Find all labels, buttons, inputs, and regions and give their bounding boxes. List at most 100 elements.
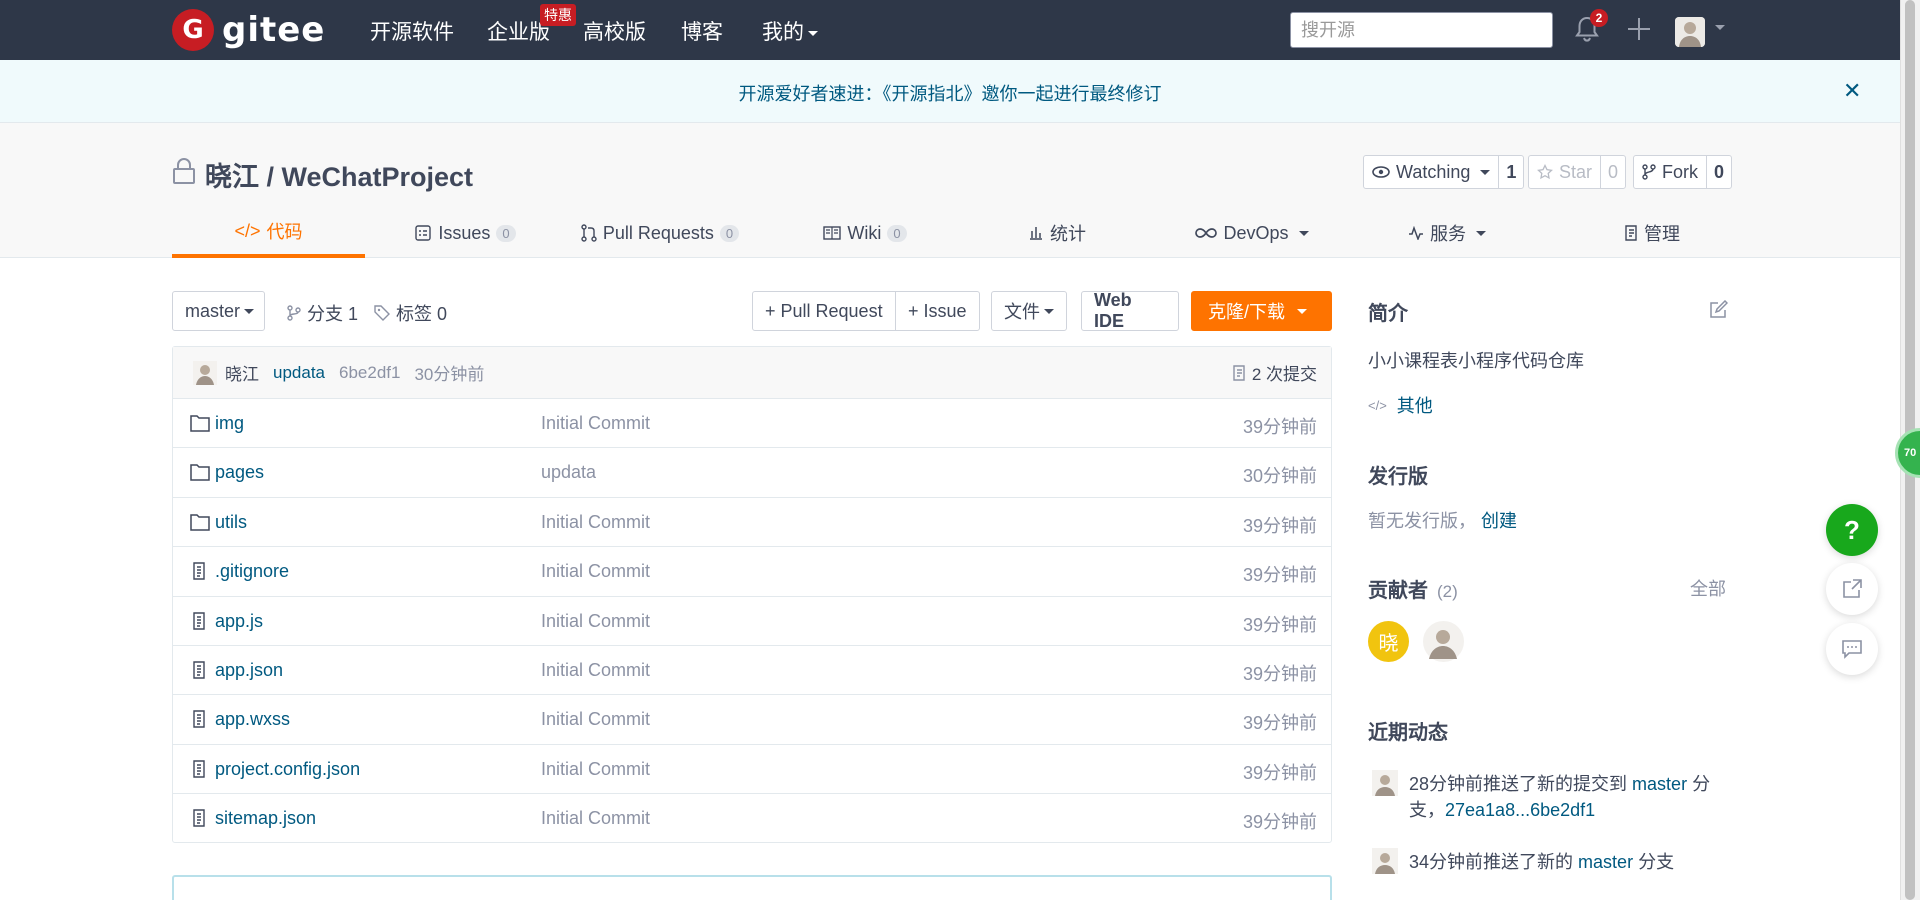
search-input[interactable] <box>1290 12 1553 48</box>
file-name-link[interactable]: .gitignore <box>215 561 289 582</box>
book-icon <box>823 226 842 240</box>
activity-avatar-1[interactable] <box>1372 770 1398 796</box>
star-icon <box>1537 164 1553 180</box>
activity-title: 近期动态 <box>1368 722 1448 744</box>
help-button[interactable]: ? <box>1826 504 1878 556</box>
web-ide-button[interactable]: Web IDE <box>1081 290 1179 331</box>
tag-icon <box>374 305 390 321</box>
file-name-link[interactable]: app.json <box>215 660 283 681</box>
avatar-image-icon <box>1675 17 1705 47</box>
announcement-link[interactable]: 开源爱好者速进：《开源指北》邀你一起进行最终修订 <box>0 80 1900 106</box>
branches-link[interactable]: 分支 1 <box>287 300 358 326</box>
file-row: app.json Initial Commit 39分钟前 <box>173 646 1331 696</box>
tab-services[interactable]: 服务 <box>1402 208 1492 258</box>
tab-manage[interactable]: 管理 <box>1602 208 1702 258</box>
commit-count-link[interactable]: 2 次提交 <box>1232 360 1317 385</box>
plus-icon[interactable] <box>1625 15 1653 43</box>
clone-download-label: 克隆/下载 <box>1208 302 1286 322</box>
commit-author-avatar[interactable] <box>193 360 217 385</box>
latest-commit-bar: 晓江 updata 6be2df1 30分钟前 2 次提交 <box>173 347 1331 399</box>
contributors-all-link[interactable]: 全部 <box>1690 575 1726 601</box>
tab-code[interactable]: </> 代码 <box>172 208 365 258</box>
nav-mine[interactable]: 我的 <box>762 16 818 46</box>
activity-1-branch-link[interactable]: master <box>1632 774 1687 794</box>
create-release-link[interactable]: 创建 <box>1481 511 1517 531</box>
nav-university[interactable]: 高校版 <box>583 16 646 46</box>
new-issue-button[interactable]: + Issue <box>895 291 980 331</box>
file-commit-time: 39分钟前 <box>1242 812 1317 833</box>
tab-issues[interactable]: Issues 0 <box>410 208 520 258</box>
file-menu-label: 文件 <box>1004 302 1040 322</box>
file-commit-message[interactable]: Initial Commit <box>541 611 650 632</box>
top-navbar: G gitee 开源软件 企业版 特惠 高校版 博客 我的 2 <box>0 0 1900 60</box>
fork-label: Fork <box>1662 161 1698 182</box>
file-name-link[interactable]: img <box>215 413 244 434</box>
gitee-logo[interactable]: G gitee <box>172 9 325 51</box>
activity-2-branch-link[interactable]: master <box>1578 852 1633 872</box>
file-name-link[interactable]: sitemap.json <box>215 808 316 829</box>
file-list: 晓江 updata 6be2df1 30分钟前 2 次提交 img Initial… <box>172 346 1332 843</box>
feedback-button[interactable] <box>1826 623 1878 675</box>
file-menu-button[interactable]: 文件 <box>991 291 1067 331</box>
file-commit-message[interactable]: Initial Commit <box>541 413 650 434</box>
new-pull-request-button[interactable]: + Pull Request <box>752 291 896 331</box>
tab-devops[interactable]: DevOps <box>1194 208 1310 258</box>
infinity-icon <box>1195 228 1218 238</box>
file-commit-message[interactable]: Initial Commit <box>541 709 650 730</box>
clone-download-button[interactable]: 克隆/下载 <box>1191 291 1332 331</box>
repo-tabs: </> 代码 Issues 0 Pull Requests 0 Wiki 0 统… <box>172 208 1732 258</box>
tags-link[interactable]: 标签 0 <box>374 300 447 326</box>
side-float-widget[interactable]: 70 <box>1895 428 1920 478</box>
commit-sha[interactable]: 6be2df1 <box>339 363 400 383</box>
file-commit-message[interactable]: Initial Commit <box>541 660 650 681</box>
contributor-avatar-2[interactable] <box>1423 621 1464 662</box>
repo-header: 晓江 / WeChatProject Watching 1 Star 0 For… <box>0 123 1900 258</box>
branch-select[interactable]: master <box>172 291 265 331</box>
watch-count[interactable]: 1 <box>1498 156 1523 188</box>
nav-open-source[interactable]: 开源软件 <box>370 16 454 46</box>
close-icon[interactable]: ✕ <box>1843 78 1861 104</box>
fork-button[interactable]: Fork 0 <box>1633 155 1733 189</box>
bar-chart-icon <box>1030 227 1042 240</box>
other-link[interactable]: </> 其他 <box>1368 392 1468 418</box>
watch-button[interactable]: Watching 1 <box>1363 155 1525 189</box>
folder-icon <box>190 415 210 432</box>
file-icon <box>193 809 205 827</box>
file-name-link[interactable]: app.wxss <box>215 709 290 730</box>
share-button[interactable] <box>1826 563 1878 615</box>
contributor-avatar-1[interactable]: 晓 <box>1368 621 1409 662</box>
file-name-link[interactable]: utils <box>215 512 247 533</box>
chevron-down-icon <box>1480 169 1491 175</box>
file-commit-message[interactable]: Initial Commit <box>541 512 650 533</box>
file-commit-message[interactable]: Initial Commit <box>541 759 650 780</box>
activity-avatar-2[interactable] <box>1372 848 1398 874</box>
edit-icon[interactable] <box>1708 300 1728 320</box>
file-name-link[interactable]: pages <box>215 462 264 483</box>
user-menu-chevron-icon[interactable] <box>1715 25 1725 30</box>
intro-header: 简介 <box>1368 297 1728 326</box>
repo-title[interactable]: 晓江 / WeChatProject <box>205 155 473 194</box>
tab-pull-requests[interactable]: Pull Requests 0 <box>580 208 740 258</box>
tab-issues-count: 0 <box>496 224 516 242</box>
tab-stats[interactable]: 统计 <box>1022 208 1092 258</box>
nav-blog[interactable]: 博客 <box>681 16 723 46</box>
file-icon <box>193 562 205 580</box>
tab-wiki[interactable]: Wiki 0 <box>817 208 913 258</box>
star-count[interactable]: 0 <box>1600 156 1625 188</box>
commit-author[interactable]: 晓江 <box>225 360 259 385</box>
file-row: img Initial Commit 39分钟前 <box>173 399 1331 449</box>
file-commit-message[interactable]: Initial Commit <box>541 808 650 829</box>
branches-label: 分支 1 <box>307 304 359 324</box>
activity-1-range-link[interactable]: 27ea1a8...6be2df1 <box>1445 800 1595 820</box>
file-commit-message[interactable]: Initial Commit <box>541 561 650 582</box>
file-name-link[interactable]: app.js <box>215 611 263 632</box>
file-name-link[interactable]: project.config.json <box>215 759 360 780</box>
side-float-widget-label: 70 <box>1904 447 1917 459</box>
fork-count[interactable]: 0 <box>1706 156 1731 188</box>
commit-message[interactable]: updata <box>273 363 325 383</box>
user-avatar[interactable] <box>1675 17 1705 47</box>
file-commit-message[interactable]: updata <box>541 462 596 483</box>
star-button[interactable]: Star 0 <box>1528 155 1627 189</box>
gitee-logo-mark: G <box>172 9 214 51</box>
chat-icon <box>1842 640 1862 659</box>
